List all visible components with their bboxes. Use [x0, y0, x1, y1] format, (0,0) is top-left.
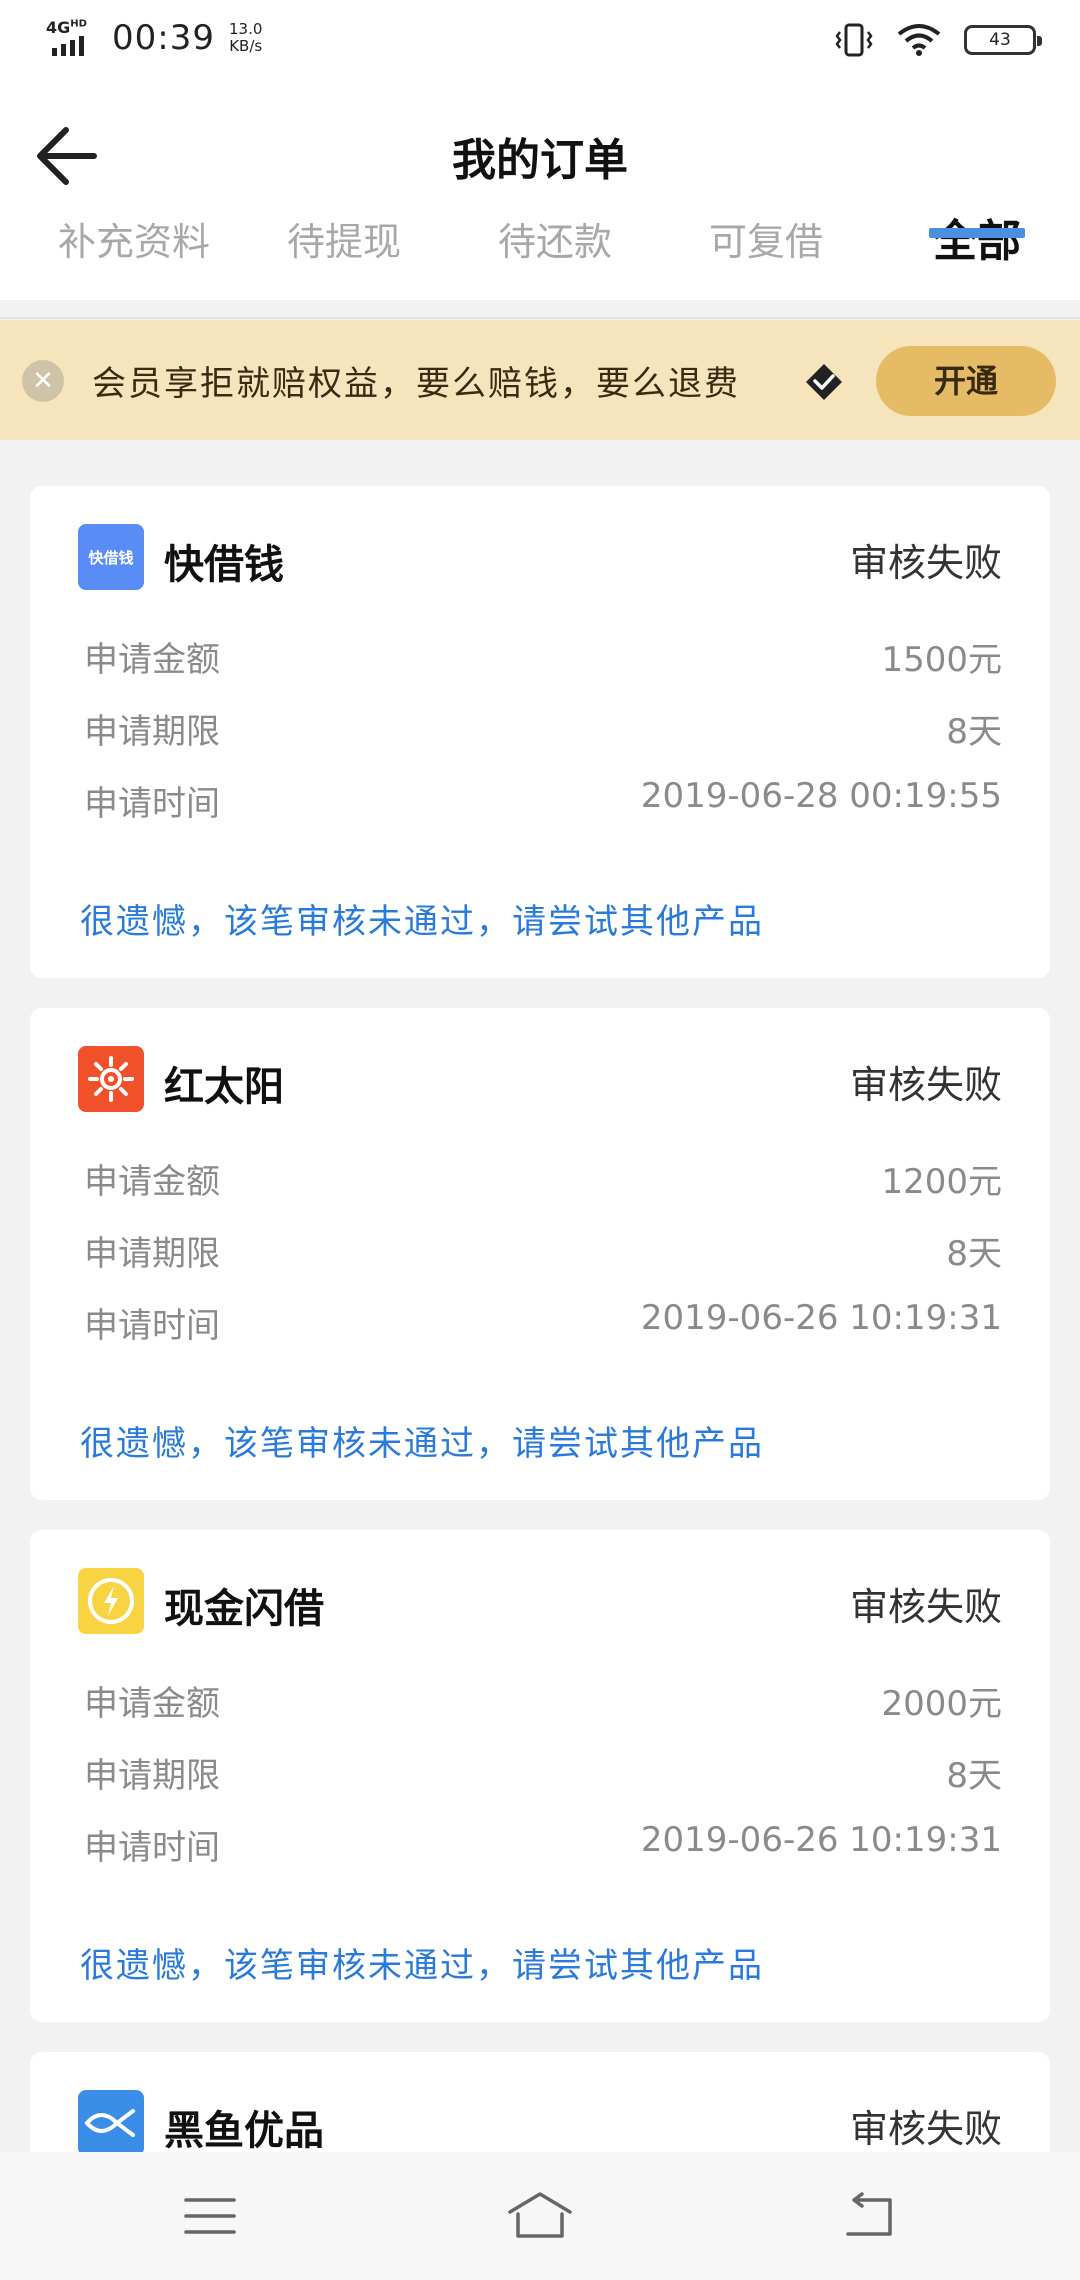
status-bar: 4GHD 00:39 13.0 KB/s 43 — [0, 0, 1080, 80]
status-badge: 审核失败 — [849, 1063, 1002, 1107]
info-row: 申请期限 8天 — [84, 1756, 1002, 1796]
divider — [0, 317, 1080, 319]
tab-all[interactable]: 全部 — [912, 212, 1042, 300]
return-icon[interactable] — [842, 2192, 898, 2240]
lightning-icon — [78, 1568, 144, 1634]
status-badge: 审核失败 — [849, 2107, 1002, 2151]
order-card[interactable]: 现金闪借 审核失败 申请金额 2000元 申请期限 8天 申请时间 2019-06-2… — [30, 1530, 1050, 2022]
banner-text: 会员享拒就赔权益，要么赔钱，要么退费 — [92, 364, 740, 404]
battery-icon: 43 — [964, 25, 1042, 55]
status-badge: 审核失败 — [849, 1585, 1002, 1629]
diamond-icon — [806, 364, 842, 400]
info-row: 申请时间 2019-06-28 00:19:55 — [84, 776, 1002, 824]
info-row: 申请期限 8天 — [84, 1234, 1002, 1274]
clock: 00:39 — [112, 18, 215, 58]
status-badge: 审核失败 — [849, 541, 1002, 585]
wifi-icon — [897, 24, 941, 56]
info-row: 申请金额 1500元 — [84, 640, 1002, 680]
info-row: 申请时间 2019-06-26 10:19:31 — [84, 1820, 1002, 1868]
open-membership-button[interactable]: 开通 — [876, 346, 1056, 416]
product-name: 现金闪借 — [164, 1586, 324, 1632]
product-name: 红太阳 — [164, 1064, 284, 1110]
tab-pending-withdraw[interactable]: 待提现 — [264, 212, 424, 300]
tab-reborrow[interactable]: 可复借 — [686, 212, 846, 300]
product-logo: 快借钱 — [78, 524, 144, 590]
info-row: 申请金额 1200元 — [84, 1162, 1002, 1202]
info-row: 申请时间 2019-06-26 10:19:31 — [84, 1298, 1002, 1346]
system-nav-bar — [0, 2152, 1080, 2280]
rejection-message[interactable]: 很遗憾，该笔审核未通过，请尝试其他产品 — [80, 1416, 764, 1465]
vibrate-icon — [835, 23, 873, 57]
home-icon[interactable] — [504, 2190, 576, 2242]
order-card[interactable]: 红太阳 审核失败 申请金额 1200元 申请期限 8天 申请时间 2019-06-26… — [30, 1008, 1050, 1500]
close-icon[interactable]: ✕ — [22, 360, 64, 402]
menu-icon[interactable] — [182, 2192, 238, 2240]
signal-icon: 4GHD — [46, 18, 100, 58]
membership-banner: ✕ 会员享拒就赔权益，要么赔钱，要么退费 开通 — [0, 320, 1080, 440]
tab-bar: 补充资料 待提现 待还款 可复借 全部 — [0, 212, 1080, 300]
network-speed: 13.0 KB/s — [228, 20, 263, 55]
sun-icon — [78, 1046, 144, 1112]
info-row: 申请金额 2000元 — [84, 1684, 1002, 1724]
rejection-message[interactable]: 很遗憾，该笔审核未通过，请尝试其他产品 — [80, 894, 764, 943]
product-name: 黑鱼优品 — [164, 2108, 324, 2154]
product-name: 快借钱 — [164, 542, 284, 588]
info-row: 申请期限 8天 — [84, 712, 1002, 752]
page-title: 我的订单 — [452, 135, 628, 186]
fish-icon — [78, 2090, 144, 2156]
tab-supplement-info[interactable]: 补充资料 — [44, 212, 224, 300]
active-tab-indicator — [929, 228, 1025, 238]
tab-pending-repay[interactable]: 待还款 — [475, 212, 635, 300]
app-header: 我的订单 补充资料 待提现 待还款 可复借 全部 — [0, 80, 1080, 300]
order-card[interactable]: 快借钱 快借钱 审核失败 申请金额 1500元 申请期限 8天 申请时间 2019-0… — [30, 486, 1050, 978]
rejection-message[interactable]: 很遗憾，该笔审核未通过，请尝试其他产品 — [80, 1938, 764, 1987]
